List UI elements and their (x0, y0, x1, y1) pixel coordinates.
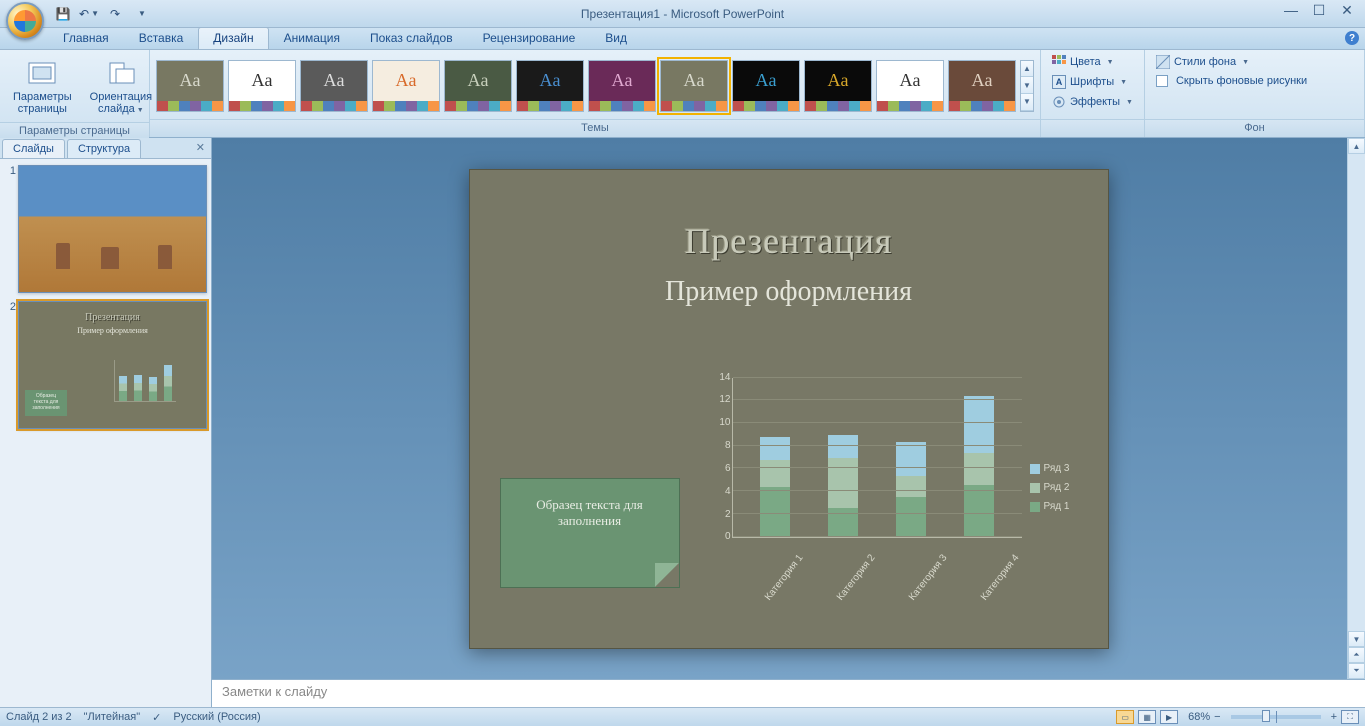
editor: Презентация Пример оформления Образец те… (212, 138, 1365, 707)
theme-swatch[interactable]: Aa (372, 60, 440, 112)
legend-item: Ряд 2 (1030, 482, 1078, 493)
ribbon: Параметры страницы Ориентация слайда▼ Па… (0, 50, 1365, 138)
theme-swatch[interactable]: Aa (660, 60, 728, 112)
prev-slide-icon[interactable]: ⏶ (1348, 647, 1365, 663)
qat-customize[interactable]: ▼ (130, 4, 152, 24)
notes-pane[interactable]: Заметки к слайду (212, 679, 1365, 707)
bar-stack (964, 396, 994, 537)
scroll-up-icon[interactable]: ▲ (1348, 138, 1365, 154)
tab-insert[interactable]: Вставка (124, 27, 199, 49)
view-sorter-icon[interactable]: ▦ (1138, 710, 1156, 724)
tab-home[interactable]: Главная (48, 27, 124, 49)
group-themes: AaAaAaAaAaAaAaAaAaAaAaAa▲▼▼ Темы (150, 50, 1041, 137)
group-page-setup: Параметры страницы Ориентация слайда▼ Па… (0, 50, 150, 137)
panel-tabs: Слайды Структура ✕ (0, 138, 211, 159)
slide-chart[interactable]: 02468101214 Категория 1Категория 2Катего… (708, 378, 1078, 598)
slide-thumb-1[interactable]: 1 (4, 165, 207, 293)
minimize-button[interactable]: — (1277, 0, 1305, 20)
office-button[interactable] (6, 2, 44, 40)
vertical-scrollbar[interactable]: ▲ ▼ ⏶ ⏷ (1347, 138, 1365, 679)
tab-outline[interactable]: Структура (67, 139, 141, 158)
effects-button[interactable]: Эффекты▼ (1047, 92, 1138, 112)
zoom-in-icon[interactable]: + (1331, 711, 1337, 723)
theme-swatch[interactable]: Aa (804, 60, 872, 112)
save-icon[interactable]: 💾 (52, 4, 74, 24)
theme-swatch[interactable]: Aa (228, 60, 296, 112)
redo-icon[interactable]: ↷ (104, 4, 126, 24)
bg-styles-button[interactable]: Стили фона▼ (1151, 52, 1312, 72)
hide-bg-checkbox[interactable]: Скрыть фоновые рисунки (1151, 72, 1312, 90)
slide-area[interactable]: Презентация Пример оформления Образец те… (212, 138, 1365, 679)
group-label-background: Фон (1145, 119, 1364, 137)
page-setup-icon (26, 57, 58, 89)
effects-icon (1052, 95, 1066, 109)
colors-icon (1052, 55, 1066, 69)
gallery-scroll[interactable]: ▲▼▼ (1020, 60, 1034, 112)
bar-stack (896, 442, 926, 537)
orientation-icon (105, 57, 137, 89)
view-normal-icon[interactable]: ▭ (1116, 710, 1134, 724)
group-theme-opts: Цвета▼ AШрифты▼ Эффекты▼ (1041, 50, 1145, 137)
legend-item: Ряд 3 (1030, 463, 1078, 474)
status-language[interactable]: Русский (Россия) (173, 711, 260, 723)
checkbox-icon (1156, 75, 1168, 87)
help-icon[interactable]: ? (1345, 31, 1359, 45)
spellcheck-icon[interactable]: ✓ (152, 711, 161, 724)
tab-design[interactable]: Дизайн (198, 27, 268, 49)
theme-swatch[interactable]: Aa (876, 60, 944, 112)
tab-slides[interactable]: Слайды (2, 139, 65, 158)
view-slideshow-icon[interactable]: ▶ (1160, 710, 1178, 724)
zoom-slider[interactable] (1231, 715, 1321, 719)
tab-animation[interactable]: Анимация (269, 27, 355, 49)
quick-access-toolbar: 💾 ↶▼ ↷ ▼ (52, 0, 152, 27)
tab-slideshow[interactable]: Показ слайдов (355, 27, 468, 49)
slide-textbox[interactable]: Образец текста для заполнения (500, 478, 680, 588)
maximize-button[interactable]: ☐ (1305, 0, 1333, 20)
slide-title[interactable]: Презентация (510, 220, 1068, 262)
undo-icon[interactable]: ↶▼ (78, 4, 100, 24)
theme-swatch[interactable]: Aa (948, 60, 1016, 112)
thumbnails: 1 2 Презентация Пример оформления Образе… (0, 159, 211, 707)
status-zoom: 68% (1188, 711, 1210, 723)
slide-canvas[interactable]: Презентация Пример оформления Образец те… (469, 169, 1109, 649)
theme-swatch[interactable]: Aa (444, 60, 512, 112)
fit-to-window-icon[interactable]: ⛶ (1341, 710, 1359, 724)
theme-swatch[interactable]: Aa (516, 60, 584, 112)
zoom-out-icon[interactable]: − (1214, 711, 1220, 723)
slide-thumb-2[interactable]: 2 Презентация Пример оформления Образец … (4, 301, 207, 429)
colors-button[interactable]: Цвета▼ (1047, 52, 1138, 72)
bar-stack (760, 437, 790, 536)
panel-close-icon[interactable]: ✕ (196, 141, 205, 154)
bar-stack (828, 435, 858, 537)
tab-view[interactable]: Вид (590, 27, 642, 49)
titlebar: 💾 ↶▼ ↷ ▼ Презентация1 - Microsoft PowerP… (0, 0, 1365, 28)
tab-review[interactable]: Рецензирование (468, 27, 591, 49)
statusbar: Слайд 2 из 2 "Литейная" ✓ Русский (Росси… (0, 707, 1365, 726)
orientation-button[interactable]: Ориентация слайда▼ (83, 52, 159, 122)
theme-swatch[interactable]: Aa (300, 60, 368, 112)
status-theme: "Литейная" (84, 711, 141, 723)
fonts-icon: A (1052, 75, 1066, 89)
next-slide-icon[interactable]: ⏷ (1348, 663, 1365, 679)
group-label-themes: Темы (150, 119, 1040, 137)
group-background: Стили фона▼ Скрыть фоновые рисунки Фон (1145, 50, 1365, 137)
slides-panel: Слайды Структура ✕ 1 2 Презентация Приме… (0, 138, 212, 707)
main: Слайды Структура ✕ 1 2 Презентация Приме… (0, 138, 1365, 707)
theme-swatch[interactable]: Aa (732, 60, 800, 112)
ribbon-tabs: Главная Вставка Дизайн Анимация Показ сл… (0, 28, 1365, 50)
close-button[interactable]: ✕ (1333, 0, 1361, 20)
theme-swatch[interactable]: Aa (588, 60, 656, 112)
scroll-down-icon[interactable]: ▼ (1348, 631, 1365, 647)
slide-subtitle[interactable]: Пример оформления (510, 276, 1068, 308)
legend-item: Ряд 1 (1030, 501, 1078, 512)
status-slide-pos: Слайд 2 из 2 (6, 711, 72, 723)
page-setup-button[interactable]: Параметры страницы (6, 52, 79, 120)
window-title: Презентация1 - Microsoft PowerPoint (0, 7, 1365, 21)
theme-swatch[interactable]: Aa (156, 60, 224, 112)
fonts-button[interactable]: AШрифты▼ (1047, 72, 1138, 92)
bg-styles-icon (1156, 55, 1170, 69)
